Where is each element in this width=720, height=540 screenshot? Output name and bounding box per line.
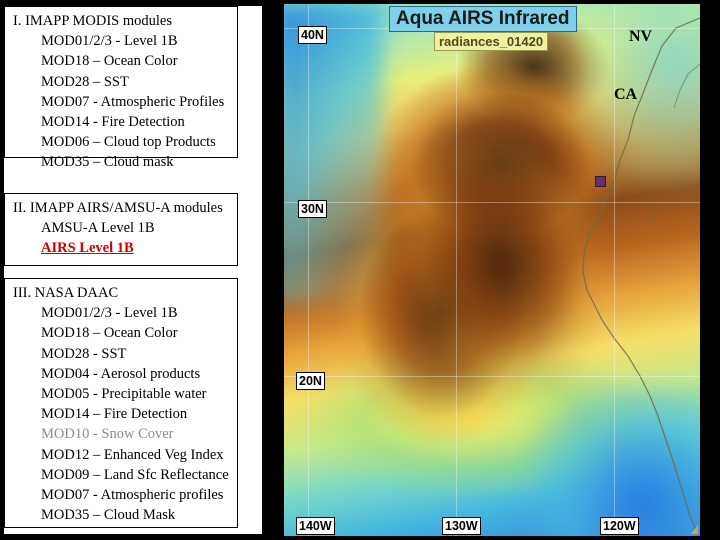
section-imapp-modis: I. IMAPP MODIS modules MOD01/2/3 - Level…: [4, 6, 238, 170]
list-item: AMSU-A Level 1B: [41, 220, 155, 237]
list-item: MOD18 – Ocean Color: [41, 325, 178, 342]
list-item: MOD07 - Atmospheric profiles: [41, 487, 224, 504]
list-item: MOD05 - Precipitable water: [41, 386, 207, 403]
list-item-muted: MOD10 - Snow Cover: [41, 426, 174, 443]
state-label-nv: NV: [629, 28, 653, 45]
list-item: MOD28 – SST: [41, 73, 129, 90]
section-heading: III. NASA DAAC: [13, 285, 119, 301]
section-nasa-daac: III. NASA DAAC MOD01/2/3 - Level 1B MOD1…: [4, 278, 238, 528]
frame-bar-middle: [262, 0, 284, 540]
list-item: MOD28 - SST: [41, 345, 127, 362]
list-item: MOD09 – Land Sfc Reflectance: [41, 466, 229, 483]
list-item-airs-level-1b-link[interactable]: AIRS Level 1B: [11, 238, 235, 258]
section-heading: I. IMAPP MODIS modules: [13, 13, 172, 29]
list-item: MOD18 – Ocean Color: [41, 53, 178, 70]
list-item: MOD01/2/3 - Level 1B: [41, 33, 178, 50]
gridline-lat-30n: [284, 202, 700, 203]
section-imapp-airs-amsu: II. IMAPP AIRS/AMSU-A modules AMSU-A Lev…: [4, 193, 238, 266]
coastline-overlay: [582, 17, 700, 535]
lat-label-40n: 40N: [298, 26, 327, 44]
slide-root: I. IMAPP MODIS modules MOD01/2/3 - Level…: [0, 0, 720, 540]
frame-bar-right: [700, 0, 720, 540]
state-label-ca: CA: [614, 86, 638, 103]
gridline-lon-120w: [614, 4, 615, 536]
image-title: Aqua AIRS Infrared: [389, 6, 577, 32]
lat-label-20n: 20N: [296, 372, 325, 390]
gridline-lon-130w: [456, 4, 457, 536]
list-item: MOD35 – Cloud Mask: [41, 507, 176, 524]
list-item: MOD14 - Fire Detection: [41, 114, 185, 131]
list-item: MOD04 - Aerosol products: [41, 365, 201, 382]
section-heading: II. IMAPP AIRS/AMSU-A modules: [13, 200, 223, 216]
satellite-image-panel[interactable]: Aqua AIRS Infrared radiances_01420 40N 3…: [284, 4, 700, 536]
image-subtitle: radiances_01420: [434, 32, 549, 51]
list-item: MOD07 - Atmospheric Profiles: [41, 93, 225, 110]
gridline-lon-140w: [308, 4, 309, 536]
lat-label-30n: 30N: [298, 200, 327, 218]
corner-arrow-icon: [691, 525, 698, 534]
list-item: MOD35 – Cloud mask: [41, 154, 174, 171]
gridline-lat-20n: [284, 376, 700, 377]
list-item: MOD12 – Enhanced Veg Index: [41, 446, 224, 463]
location-marker: [595, 176, 606, 187]
list-item: MOD06 – Cloud top Products: [41, 134, 216, 151]
lon-label-120w: 120W: [600, 517, 639, 535]
lon-label-130w: 130W: [442, 517, 481, 535]
list-item: MOD01/2/3 - Level 1B: [41, 305, 178, 322]
lon-label-140w: 140W: [296, 517, 335, 535]
list-item: MOD14 – Fire Detection: [41, 406, 188, 423]
